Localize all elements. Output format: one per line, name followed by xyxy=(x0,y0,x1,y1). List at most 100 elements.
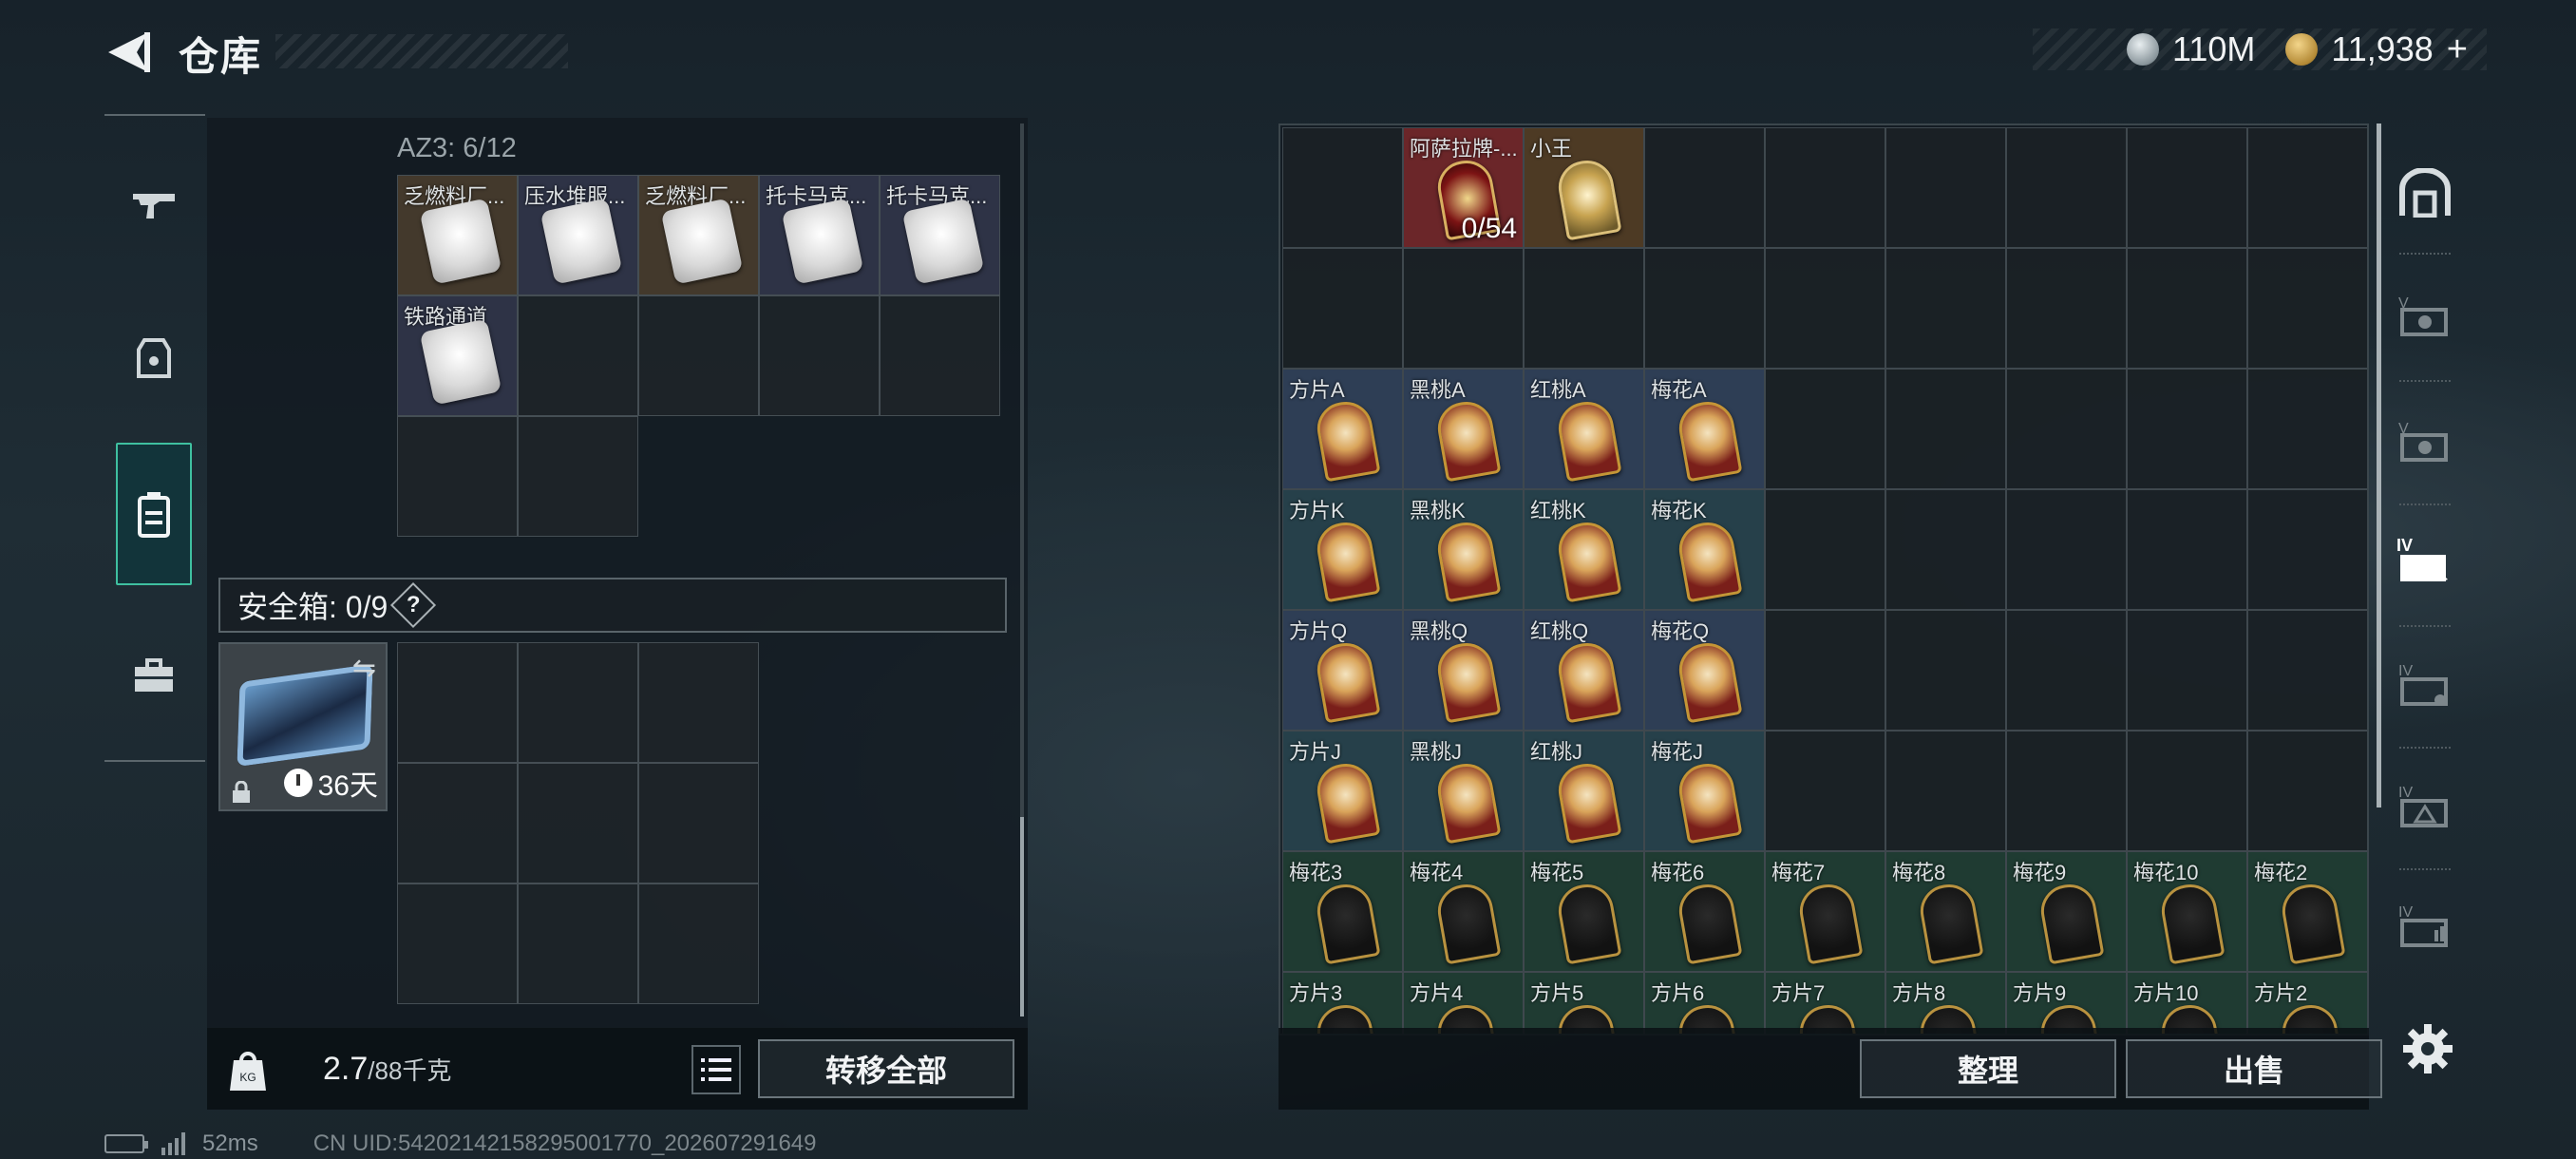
stash-card[interactable]: 梅花J xyxy=(1644,731,1765,851)
empty-slot[interactable] xyxy=(1765,489,1885,610)
stash-card[interactable]: 黑桃Q xyxy=(1403,610,1524,731)
tab-home[interactable] xyxy=(2394,162,2456,224)
empty-slot[interactable] xyxy=(518,884,638,1004)
stash-card[interactable]: 方片2 xyxy=(2247,972,2367,1034)
empty-slot[interactable] xyxy=(880,295,1000,416)
item-slot[interactable]: 托卡马克... xyxy=(880,175,1000,295)
stash-card[interactable]: 方片3 xyxy=(1282,972,1403,1034)
empty-slot[interactable] xyxy=(1282,127,1403,248)
safebox-item[interactable]: ⇋ 36天 xyxy=(218,642,388,811)
tab-ticket-iv-1[interactable]: IV xyxy=(2394,530,2456,593)
empty-slot[interactable] xyxy=(2127,248,2247,369)
empty-slot[interactable] xyxy=(2247,127,2367,248)
empty-slot[interactable] xyxy=(1524,248,1644,369)
stash-card[interactable]: 红桃K xyxy=(1524,489,1644,610)
stash-card[interactable]: 方片8 xyxy=(1885,972,2006,1034)
empty-slot[interactable] xyxy=(397,884,518,1004)
stash-item[interactable]: 小王 xyxy=(1524,127,1644,248)
settings-gear-icon[interactable] xyxy=(2401,1022,2454,1075)
left-scrollbar-thumb[interactable] xyxy=(1020,817,1024,1016)
stash-card[interactable]: 方片5 xyxy=(1524,972,1644,1034)
stash-card[interactable]: 方片7 xyxy=(1765,972,1885,1034)
empty-slot[interactable] xyxy=(2006,248,2127,369)
empty-slot[interactable] xyxy=(397,763,518,884)
empty-slot[interactable] xyxy=(1282,248,1403,369)
stash-card[interactable]: 梅花2 xyxy=(2247,851,2367,972)
empty-slot[interactable] xyxy=(2006,731,2127,851)
stash-card[interactable]: 梅花10 xyxy=(2127,851,2247,972)
stash-card[interactable]: 黑桃J xyxy=(1403,731,1524,851)
item-slot[interactable]: 托卡马克... xyxy=(759,175,880,295)
swap-icon[interactable]: ⇋ xyxy=(352,652,376,685)
empty-slot[interactable] xyxy=(1644,127,1765,248)
list-view-button[interactable] xyxy=(691,1045,741,1094)
empty-slot[interactable] xyxy=(1765,127,1885,248)
stash-card[interactable]: 梅花9 xyxy=(2006,851,2127,972)
sort-button[interactable]: 整理 xyxy=(1860,1039,2116,1098)
tab-ticket-iv-3[interactable]: IV xyxy=(2394,775,2456,838)
stash-card[interactable]: 方片K xyxy=(1282,489,1403,610)
stash-card[interactable]: 梅花8 xyxy=(1885,851,2006,972)
empty-slot[interactable] xyxy=(1765,610,1885,731)
nav-backpack[interactable] xyxy=(116,443,192,585)
empty-slot[interactable] xyxy=(2127,610,2247,731)
empty-slot[interactable] xyxy=(759,295,880,416)
item-slot[interactable]: 乏燃料厂... xyxy=(638,175,759,295)
stash-card[interactable]: 红桃Q xyxy=(1524,610,1644,731)
tab-ticket-iv-2[interactable]: IV xyxy=(2394,654,2456,716)
stash-card[interactable]: 梅花Q xyxy=(1644,610,1765,731)
empty-slot[interactable] xyxy=(1644,248,1765,369)
stash-card[interactable]: 梅花A xyxy=(1644,369,1765,489)
nav-weapon[interactable] xyxy=(116,133,192,276)
empty-slot[interactable] xyxy=(2247,369,2367,489)
item-slot[interactable]: 乏燃料厂... xyxy=(397,175,518,295)
empty-slot[interactable] xyxy=(518,763,638,884)
stash-card[interactable]: 方片10 xyxy=(2127,972,2247,1034)
stash-card[interactable]: 梅花3 xyxy=(1282,851,1403,972)
tab-ticket-v-2[interactable]: V xyxy=(2394,410,2456,473)
empty-slot[interactable] xyxy=(397,416,518,537)
empty-slot[interactable] xyxy=(1765,369,1885,489)
empty-slot[interactable] xyxy=(1885,369,2006,489)
empty-slot[interactable] xyxy=(1403,248,1524,369)
back-arrow-icon[interactable] xyxy=(106,28,150,76)
sell-button[interactable]: 出售 xyxy=(2126,1039,2382,1098)
stash-card[interactable]: 红桃A xyxy=(1524,369,1644,489)
transfer-all-button[interactable]: 转移全部 xyxy=(758,1039,1014,1098)
empty-slot[interactable] xyxy=(2247,731,2367,851)
stash-card[interactable]: 方片J xyxy=(1282,731,1403,851)
empty-slot[interactable] xyxy=(1885,731,2006,851)
nav-armor[interactable] xyxy=(116,287,192,429)
stash-item[interactable]: 阿萨拉牌-... 0/54 xyxy=(1403,127,1524,248)
empty-slot[interactable] xyxy=(2006,369,2127,489)
empty-slot[interactable] xyxy=(518,295,638,416)
add-currency-button[interactable]: + xyxy=(2447,29,2468,70)
empty-slot[interactable] xyxy=(638,642,759,763)
stash-card[interactable]: 方片9 xyxy=(2006,972,2127,1034)
empty-slot[interactable] xyxy=(1885,610,2006,731)
stash-card[interactable]: 梅花K xyxy=(1644,489,1765,610)
stash-card[interactable]: 方片A xyxy=(1282,369,1403,489)
empty-slot[interactable] xyxy=(1765,248,1885,369)
empty-slot[interactable] xyxy=(2006,127,2127,248)
tab-ticket-iv-4[interactable]: IV xyxy=(2394,895,2456,958)
empty-slot[interactable] xyxy=(2127,369,2247,489)
stash-card[interactable]: 红桃J xyxy=(1524,731,1644,851)
nav-case[interactable] xyxy=(116,604,192,747)
stash-card[interactable]: 梅花4 xyxy=(1403,851,1524,972)
empty-slot[interactable] xyxy=(638,763,759,884)
empty-slot[interactable] xyxy=(518,416,638,537)
stash-card[interactable]: 黑桃A xyxy=(1403,369,1524,489)
stash-card[interactable]: 方片Q xyxy=(1282,610,1403,731)
stash-card[interactable]: 方片6 xyxy=(1644,972,1765,1034)
empty-slot[interactable] xyxy=(2006,489,2127,610)
empty-slot[interactable] xyxy=(2006,610,2127,731)
empty-slot[interactable] xyxy=(518,642,638,763)
empty-slot[interactable] xyxy=(2127,489,2247,610)
empty-slot[interactable] xyxy=(1765,731,1885,851)
empty-slot[interactable] xyxy=(2127,127,2247,248)
item-slot[interactable]: 压水堆服... xyxy=(518,175,638,295)
empty-slot[interactable] xyxy=(638,884,759,1004)
stash-card[interactable]: 梅花7 xyxy=(1765,851,1885,972)
help-button[interactable]: ? xyxy=(390,581,437,629)
